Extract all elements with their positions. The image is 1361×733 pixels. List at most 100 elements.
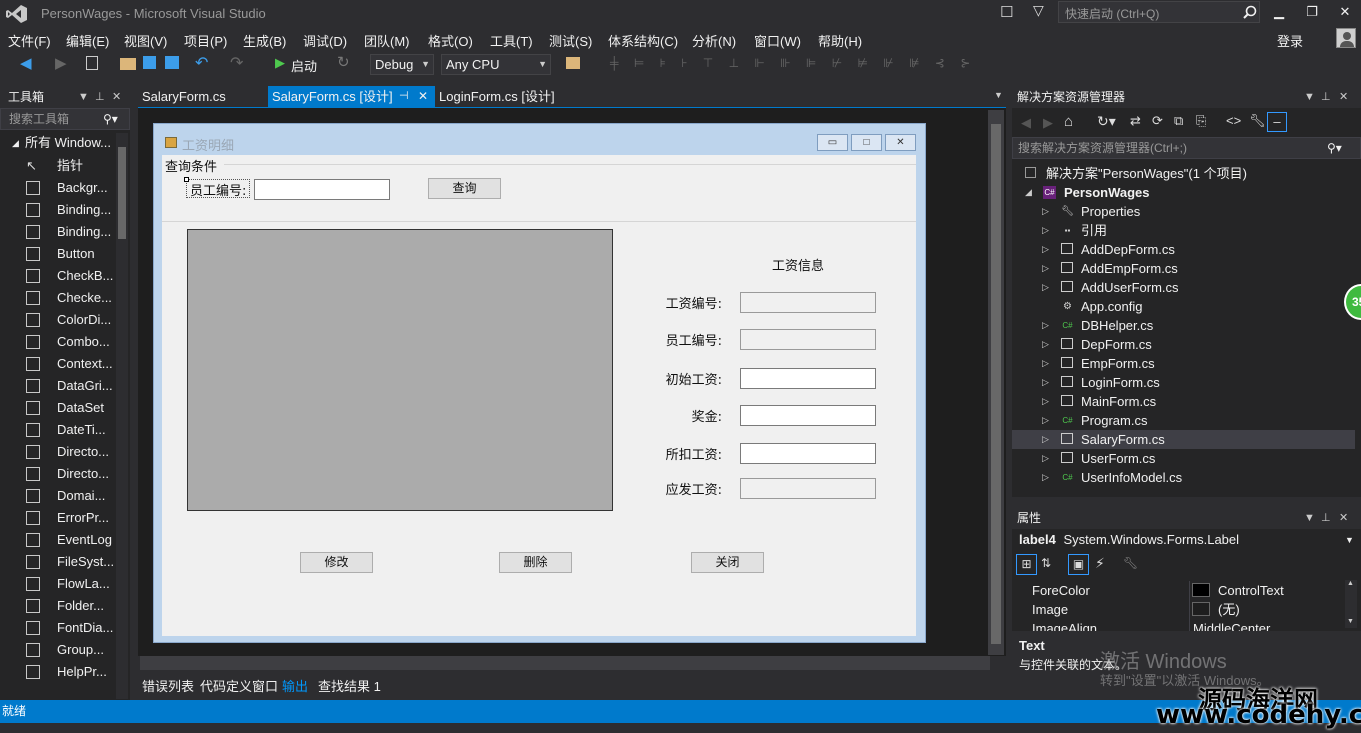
pin-icon[interactable]: ⊥	[95, 86, 105, 108]
solution-item[interactable]: ▷ EmpForm.cs	[1012, 354, 1355, 373]
forward-icon[interactable]: ▶	[55, 54, 71, 72]
close-form-button[interactable]: 关闭	[691, 552, 764, 573]
minimize-button[interactable]: ▁	[1264, 2, 1294, 22]
menu-window[interactable]: 窗口(W)	[754, 31, 801, 50]
start-icon[interactable]: ▶	[275, 55, 291, 71]
solution-item[interactable]: ▷ UserForm.cs	[1012, 449, 1355, 468]
solution-item[interactable]: ▷ MainForm.cs	[1012, 392, 1355, 411]
menu-analyze[interactable]: 分析(N)	[692, 31, 736, 50]
categorized-icon[interactable]: ⊞	[1016, 554, 1037, 575]
menu-debug[interactable]: 调试(D)	[303, 31, 347, 50]
project-node[interactable]: ◢ C# PersonWages	[1012, 183, 1355, 202]
solution-item[interactable]: ▷ DepForm.cs	[1012, 335, 1355, 354]
expand-arrow-icon[interactable]: ▷	[1042, 430, 1049, 449]
expand-arrow-icon[interactable]: ◢	[1025, 183, 1032, 202]
emp-no-input[interactable]	[254, 179, 390, 200]
expand-arrow-icon[interactable]: ▷	[1042, 335, 1049, 354]
form-minimize-button[interactable]: ▭	[817, 134, 848, 151]
close-button[interactable]: ✕	[1330, 2, 1360, 22]
new-project-icon[interactable]	[86, 56, 98, 70]
back-icon[interactable]: ◀	[1021, 115, 1031, 131]
toolbox-item[interactable]: Folder...	[0, 595, 116, 617]
save-all-icon[interactable]	[165, 56, 179, 69]
toolbox-item[interactable]: Context...	[0, 353, 116, 375]
toolbox-item[interactable]: Domai...	[0, 485, 116, 507]
field-input[interactable]	[740, 478, 876, 499]
solution-item[interactable]: ▷ LoginForm.cs	[1012, 373, 1355, 392]
events-icon[interactable]: ⚡	[1095, 555, 1105, 572]
menu-architecture[interactable]: 体系结构(C)	[608, 31, 678, 50]
tab-code-definition[interactable]: 代码定义窗口	[200, 676, 278, 695]
dropdown-icon[interactable]: ▼	[78, 86, 89, 108]
toolbox-item[interactable]: FlowLa...	[0, 573, 116, 595]
toolbox-group[interactable]: ◢ 所有 Window...	[0, 133, 116, 153]
forward-icon[interactable]: ▶	[1043, 115, 1053, 131]
property-value[interactable]: MiddleCenter	[1189, 619, 1352, 631]
property-pages-icon[interactable]: 🔧︎	[1123, 556, 1138, 570]
toolbox-item[interactable]: Combo...	[0, 331, 116, 353]
solution-item[interactable]: ▷ ▪▪ 引用	[1012, 221, 1355, 240]
toolbox-item[interactable]: ColorDi...	[0, 309, 116, 331]
view-code-icon[interactable]: <>	[1226, 113, 1241, 128]
solution-item[interactable]: ▷ SalaryForm.cs	[1012, 430, 1355, 449]
toolbox-item[interactable]: Binding...	[0, 199, 116, 221]
tab-loginform-designer[interactable]: LoginForm.cs [设计]	[435, 86, 565, 107]
expand-arrow-icon[interactable]: ▷	[1042, 202, 1049, 221]
toolbox-item[interactable]: DataGri...	[0, 375, 116, 397]
edit-button[interactable]: 修改	[300, 552, 373, 573]
expand-arrow-icon[interactable]: ▷	[1042, 278, 1049, 297]
toolbox-item[interactable]: Group...	[0, 639, 116, 661]
toolbox-search-input[interactable]: 搜索工具箱 ⚲▾	[0, 108, 130, 130]
field-input[interactable]	[740, 329, 876, 350]
pending-changes-icon[interactable]: ⇄	[1130, 113, 1141, 129]
expand-arrow-icon[interactable]: ▷	[1042, 259, 1049, 278]
tab-output[interactable]: 输出	[282, 676, 308, 695]
close-icon[interactable]: ✕	[1339, 86, 1348, 108]
tab-overflow-icon[interactable]: ▼	[994, 90, 1003, 100]
object-selector[interactable]: label4 System.Windows.Forms.Label ▼	[1012, 530, 1361, 550]
toolbox-item[interactable]: FileSyst...	[0, 551, 116, 573]
menu-view[interactable]: 视图(V)	[124, 31, 167, 50]
home-icon[interactable]: ⌂	[1064, 113, 1073, 130]
solution-item[interactable]: ▷ C# DBHelper.cs	[1012, 316, 1355, 335]
toolbox-item[interactable]: CheckB...	[0, 265, 116, 287]
tab-error-list[interactable]: 错误列表	[142, 676, 194, 695]
salary-form-window[interactable]: 工资明细 ▭ □ ✕ 查询条件 员工编号: 查询 工资信息 工资编号: 员工编号:…	[153, 123, 926, 643]
quick-launch-input[interactable]: 快速启动 (Ctrl+Q)	[1058, 1, 1260, 23]
menu-test[interactable]: 测试(S)	[549, 31, 592, 50]
tab-find-results[interactable]: 查找结果 1	[318, 676, 381, 695]
properties-icon[interactable]: ▣	[1068, 554, 1089, 575]
alphabetical-icon[interactable]: ⇅	[1041, 556, 1051, 570]
close-icon[interactable]: ✕	[418, 86, 428, 107]
tab-salaryform-designer[interactable]: SalaryForm.cs [设计] ⊣ ✕	[268, 86, 435, 107]
preview-icon[interactable]: –	[1267, 112, 1287, 132]
pin-icon[interactable]: ⊥	[1321, 507, 1331, 529]
open-file-icon[interactable]	[120, 58, 136, 70]
designer-vertical-scrollbar[interactable]	[988, 110, 1004, 655]
solution-item[interactable]: ▷ C# UserInfoModel.cs	[1012, 468, 1355, 487]
sync-icon[interactable]: ↻▾	[1097, 113, 1116, 130]
menu-tools[interactable]: 工具(T)	[490, 31, 533, 50]
solution-node[interactable]: 解决方案"PersonWages"(1 个项目)	[1012, 164, 1355, 183]
restore-button[interactable]: ❐	[1297, 2, 1327, 22]
property-value[interactable]: (无)	[1189, 600, 1352, 619]
expand-arrow-icon[interactable]: ▷	[1042, 468, 1049, 487]
field-input[interactable]	[740, 405, 876, 426]
salary-data-grid[interactable]	[187, 229, 613, 511]
menu-edit[interactable]: 编辑(E)	[66, 31, 109, 50]
collapse-all-icon[interactable]: ⧉	[1174, 113, 1183, 129]
menu-file[interactable]: 文件(F)	[8, 31, 51, 50]
toolbox-item[interactable]: FontDia...	[0, 617, 116, 639]
toolbox-item[interactable]: Binding...	[0, 221, 116, 243]
menu-build[interactable]: 生成(B)	[243, 31, 286, 50]
configuration-select[interactable]: Debug ▼	[370, 54, 434, 75]
feedback-icon[interactable]: ☐	[1000, 3, 1013, 21]
toolbox-scrollbar[interactable]	[116, 133, 128, 699]
menu-help[interactable]: 帮助(H)	[818, 31, 862, 50]
filter-icon[interactable]: ▽	[1033, 2, 1044, 19]
find-in-files-icon[interactable]	[566, 57, 580, 69]
save-icon[interactable]	[143, 56, 156, 69]
properties-icon[interactable]: 🔧︎	[1249, 113, 1266, 129]
toolbox-item[interactable]: DateTi...	[0, 419, 116, 441]
properties-scrollbar[interactable]: ▲ ▼	[1345, 580, 1357, 628]
